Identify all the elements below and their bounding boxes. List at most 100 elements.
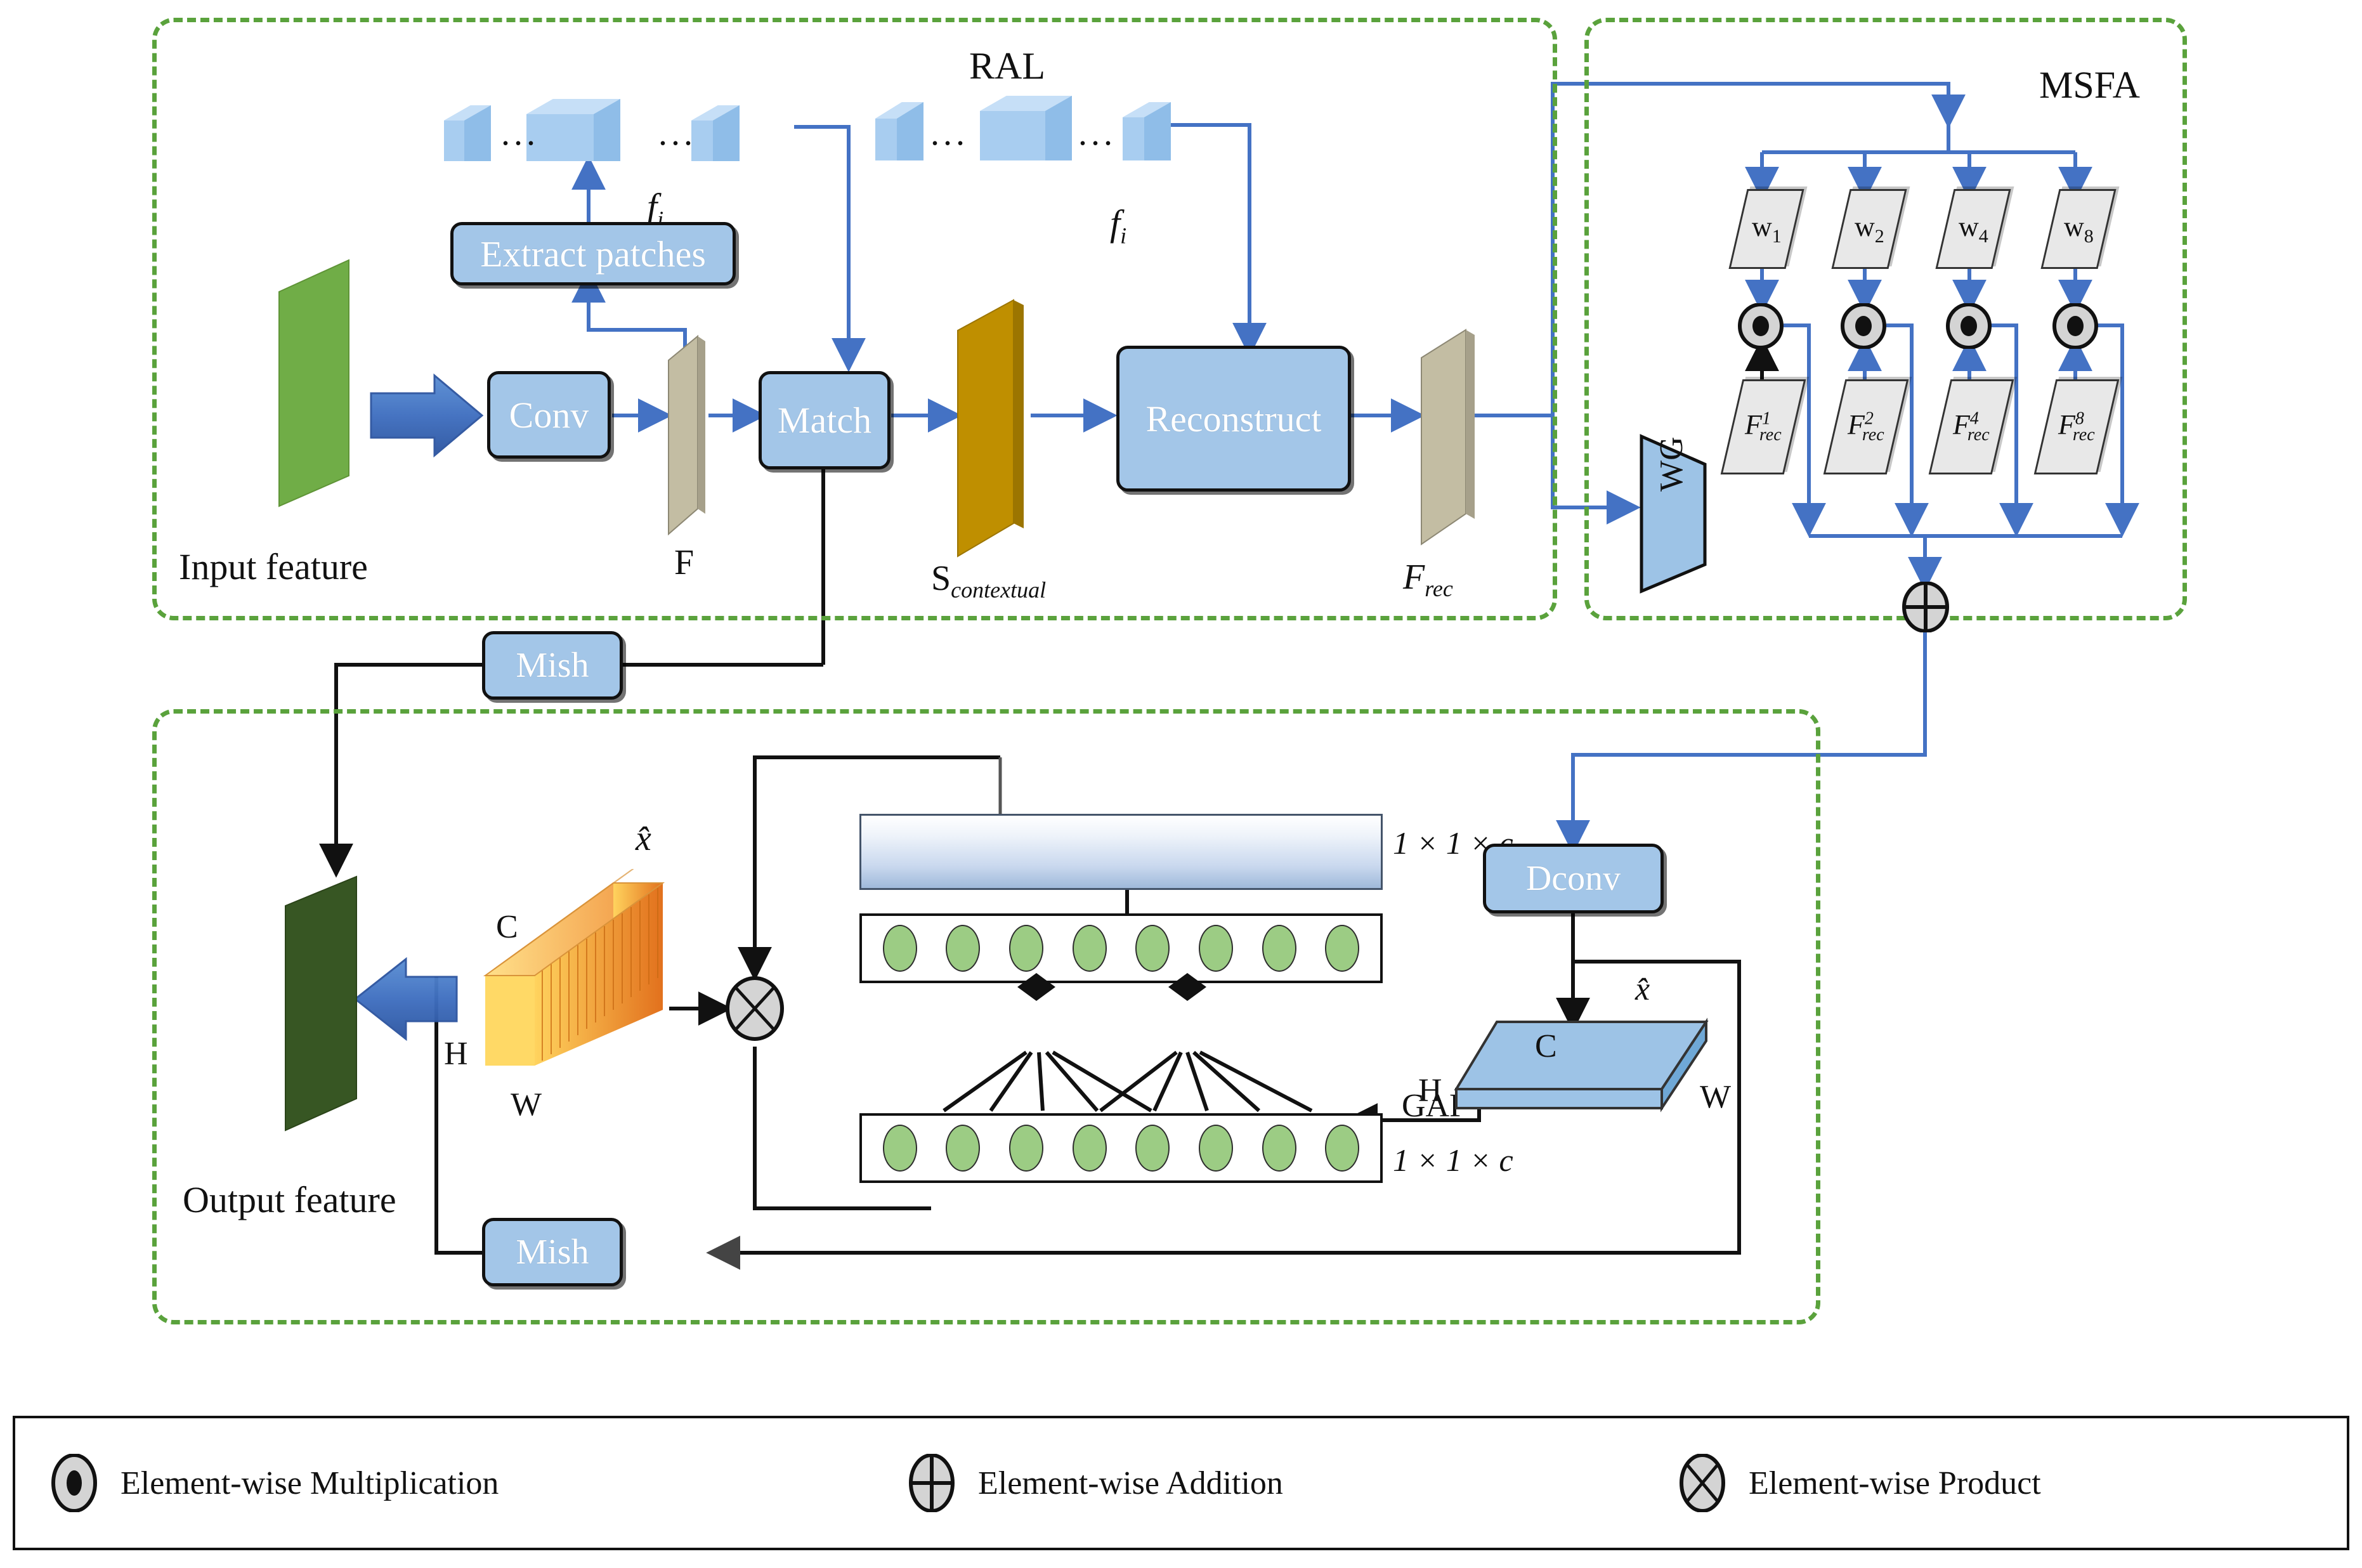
input-feature-label: Input feature <box>179 546 368 587</box>
weight-label-1: w1 <box>1751 211 1782 247</box>
element-wise-addition-icon <box>909 1454 955 1512</box>
weight-parallelogram-1: w1 <box>1728 189 1804 269</box>
x-hat-slab <box>1454 1017 1709 1113</box>
legend-label-addition: Element-wise Addition <box>978 1465 1283 1501</box>
figure-canvas: RAL MSFA Input feature ... ... fi ... ..… <box>0 0 2362 1568</box>
fc-junction-right <box>1168 973 1206 1001</box>
match-box[interactable]: Match <box>759 371 891 469</box>
f-rec-slab <box>1421 329 1475 546</box>
wg-label: WG <box>1654 436 1690 492</box>
reconstruct-box[interactable]: Reconstruct <box>1116 346 1351 492</box>
elementwise-mult-icon-4 <box>1946 303 1992 349</box>
ral-cube-group <box>875 96 1171 160</box>
ral-tensor-label: fi <box>1110 202 1126 249</box>
s-contextual-label: Scontextual <box>931 558 1046 603</box>
element-wise-product-icon <box>1680 1454 1725 1512</box>
neuron <box>946 1125 981 1172</box>
s-contextual-base: S <box>931 559 951 598</box>
f-rec-base: F <box>1403 558 1425 597</box>
mish-box-upper[interactable]: Mish <box>482 631 623 700</box>
tensor-axis-H: H <box>444 1036 468 1072</box>
neuron <box>1072 925 1107 972</box>
slab-axis-H: H <box>1418 1073 1442 1109</box>
neuron <box>1009 925 1044 972</box>
reconstruct-label: Reconstruct <box>1145 398 1322 440</box>
weight-parallelogram-4: w4 <box>1935 189 2011 269</box>
neuron <box>1198 1125 1233 1172</box>
f-rec-feature-label-8: F8rec <box>2058 408 2095 445</box>
match-label: Match <box>777 400 872 441</box>
neuron <box>1072 1125 1107 1172</box>
input-feature-slab <box>278 259 349 507</box>
slab-axis-C: C <box>1535 1028 1557 1064</box>
legend-item-multiplication: Element-wise Multiplication <box>49 1454 499 1512</box>
ral-tensor-base: f <box>1110 202 1121 244</box>
f-rec-feature-2: F2rec <box>1823 379 1909 474</box>
patch-cube-group <box>444 99 740 161</box>
elementwise-mult-icon-2 <box>1841 303 1886 349</box>
ral-module-title: RAL <box>969 45 1045 87</box>
mish-lower-label: Mish <box>516 1232 589 1272</box>
weight-label-8: w8 <box>2063 211 2094 247</box>
neuron <box>882 925 917 972</box>
f-rec-feature-label-4: F4rec <box>1953 408 1990 445</box>
conv-box[interactable]: Conv <box>487 371 611 459</box>
ral-ellipsis-2: ... <box>1078 114 1116 153</box>
conv-label: Conv <box>509 394 589 436</box>
neuron <box>882 1125 917 1172</box>
fc-junction-left <box>1017 973 1055 1001</box>
tensor-axis-W: W <box>511 1087 542 1123</box>
weight-parallelogram-2: w2 <box>1831 189 1907 269</box>
neuron <box>1009 1125 1044 1172</box>
f-rec-feature-label-1: F1rec <box>1745 408 1782 445</box>
f-rec-feature-8: F8rec <box>2033 379 2120 474</box>
f-rec-sub: rec <box>1425 576 1453 602</box>
element-wise-multiplication-icon <box>51 1454 97 1512</box>
tensor-axis-C: C <box>496 909 518 945</box>
output-feature-label: Output feature <box>183 1179 396 1220</box>
neuron <box>1198 925 1233 972</box>
neuron <box>1262 925 1296 972</box>
elementwise-product-icon <box>726 976 784 1041</box>
F-label: F <box>674 543 695 582</box>
elementwise-mult-icon-1 <box>1738 303 1784 349</box>
msfa-module-title: MSFA <box>2039 64 2140 106</box>
dim-label-bottom: 1 × 1 × c <box>1393 1142 1513 1178</box>
fc-layer-upper <box>859 913 1383 983</box>
neuron <box>1262 1125 1296 1172</box>
neuron <box>946 925 981 972</box>
neuron <box>1325 1125 1360 1172</box>
patch-ellipsis-1: ... <box>501 114 539 153</box>
neuron <box>1135 925 1170 972</box>
x-hat-slab-label: x̂ <box>1635 971 1650 1007</box>
weight-label-2: w2 <box>1854 211 1884 247</box>
s-contextual-sub: contextual <box>951 577 1047 603</box>
weight-label-4: w4 <box>1958 211 1988 247</box>
x-hat-tensor <box>483 869 665 1066</box>
dconv-label: Dconv <box>1525 859 1621 898</box>
x-hat-tensor-label: x̂ <box>636 819 651 858</box>
weight-parallelogram-8: w8 <box>2040 189 2117 269</box>
f-rec-label: Frec <box>1403 557 1453 602</box>
extract-patches-box[interactable]: Extract patches <box>450 222 736 285</box>
patch-ellipsis-2: ... <box>658 114 696 153</box>
slab-axis-W: W <box>1700 1079 1732 1115</box>
mish-upper-label: Mish <box>516 646 589 685</box>
legend-label-multiplication: Element-wise Multiplication <box>121 1465 499 1501</box>
elementwise-addition-icon <box>1902 582 1949 632</box>
neuron <box>1135 1125 1170 1172</box>
mish-box-lower[interactable]: Mish <box>482 1218 623 1286</box>
s-contextual-slab <box>957 299 1024 558</box>
dconv-box[interactable]: Dconv <box>1483 844 1664 913</box>
patch-tensor-base: f <box>647 186 658 227</box>
ral-tensor-sub: i <box>1120 223 1127 249</box>
f-rec-feature-1: F1rec <box>1720 379 1806 474</box>
elementwise-mult-icon-8 <box>2052 303 2098 349</box>
f-rec-feature-label-2: F2rec <box>1848 408 1884 445</box>
fc-layer-lower <box>859 1113 1383 1183</box>
feature-map-F-slab <box>668 334 705 536</box>
extract-patches-label: Extract patches <box>480 233 706 275</box>
output-feature-slab <box>285 875 357 1132</box>
legend-item-addition: Element-wise Addition <box>907 1454 1283 1512</box>
legend-label-product: Element-wise Product <box>1749 1465 2041 1501</box>
